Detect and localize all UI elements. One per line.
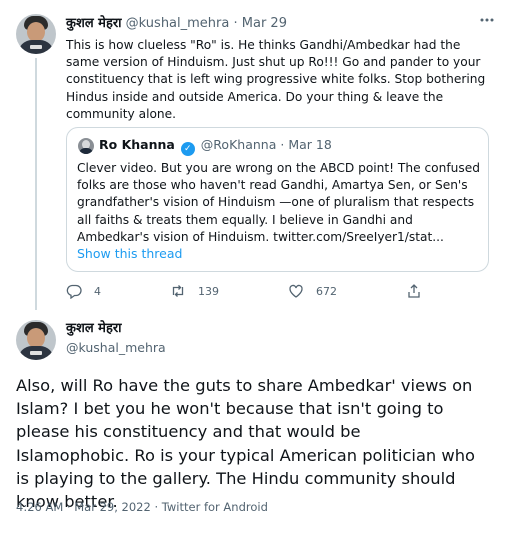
like-icon bbox=[289, 284, 303, 298]
share-icon bbox=[408, 284, 420, 298]
author-name[interactable]: कुशल मेहरा bbox=[66, 320, 166, 338]
tweet-actions: 4 139 672 bbox=[66, 283, 446, 301]
author-avatar[interactable] bbox=[16, 320, 56, 360]
author-handle[interactable]: @kushal_mehra bbox=[126, 16, 230, 31]
like-count: 672 bbox=[316, 284, 337, 298]
author-handle[interactable]: @kushal_mehra bbox=[66, 338, 166, 358]
tweet-text: Also, will Ro have the guts to share Amb… bbox=[16, 376, 476, 512]
quote-date: Mar 18 bbox=[288, 137, 332, 152]
author-avatar[interactable] bbox=[16, 14, 56, 54]
retweet-icon bbox=[172, 285, 184, 297]
reply-button[interactable]: 4 bbox=[66, 283, 101, 299]
tweet-date[interactable]: Mar 29 bbox=[242, 16, 287, 31]
tweet-header: कुशल मेहरा @kushal_mehra · Mar 29 bbox=[66, 13, 287, 31]
retweet-count: 139 bbox=[198, 284, 219, 298]
tweet-main: कुशल मेहरा @kushal_mehra Also, will Ro h… bbox=[0, 310, 507, 559]
quote-header: Ro Khanna ✓ @RoKhanna · Mar 18 bbox=[99, 137, 332, 156]
tweet-text: This is how clueless "Ro" is. He thinks … bbox=[66, 38, 486, 121]
quote-author-handle: @RoKhanna bbox=[200, 137, 277, 152]
more-horizontal-icon[interactable] bbox=[479, 12, 495, 32]
reply-count: 4 bbox=[94, 284, 101, 298]
tweet-header: कुशल मेहरा @kushal_mehra bbox=[66, 320, 166, 358]
share-button[interactable] bbox=[406, 283, 422, 299]
quoted-tweet[interactable]: Ro Khanna ✓ @RoKhanna · Mar 18 Clever vi… bbox=[66, 127, 489, 272]
author-name[interactable]: कुशल मेहरा bbox=[66, 16, 122, 31]
like-button[interactable]: 672 bbox=[288, 283, 337, 299]
retweet-button[interactable]: 139 bbox=[170, 283, 219, 299]
tweet-timestamp-source[interactable]: 4:26 AM · Mar 29, 2022 · Twitter for And… bbox=[16, 500, 268, 514]
reply-icon bbox=[66, 284, 82, 299]
verified-badge-icon: ✓ bbox=[180, 142, 195, 156]
quote-author-name: Ro Khanna bbox=[99, 137, 175, 152]
tweet-parent[interactable]: कुशल मेहरा @kushal_mehra · Mar 29 This i… bbox=[0, 0, 507, 310]
quote-text: Clever video. But you are wrong on the A… bbox=[77, 161, 480, 244]
quote-separator-dot: · bbox=[280, 137, 285, 152]
show-thread-link[interactable]: Show this thread bbox=[77, 246, 182, 261]
thread-connector-line bbox=[35, 58, 37, 310]
quote-author-avatar bbox=[78, 138, 94, 154]
separator-dot: · bbox=[233, 16, 238, 31]
